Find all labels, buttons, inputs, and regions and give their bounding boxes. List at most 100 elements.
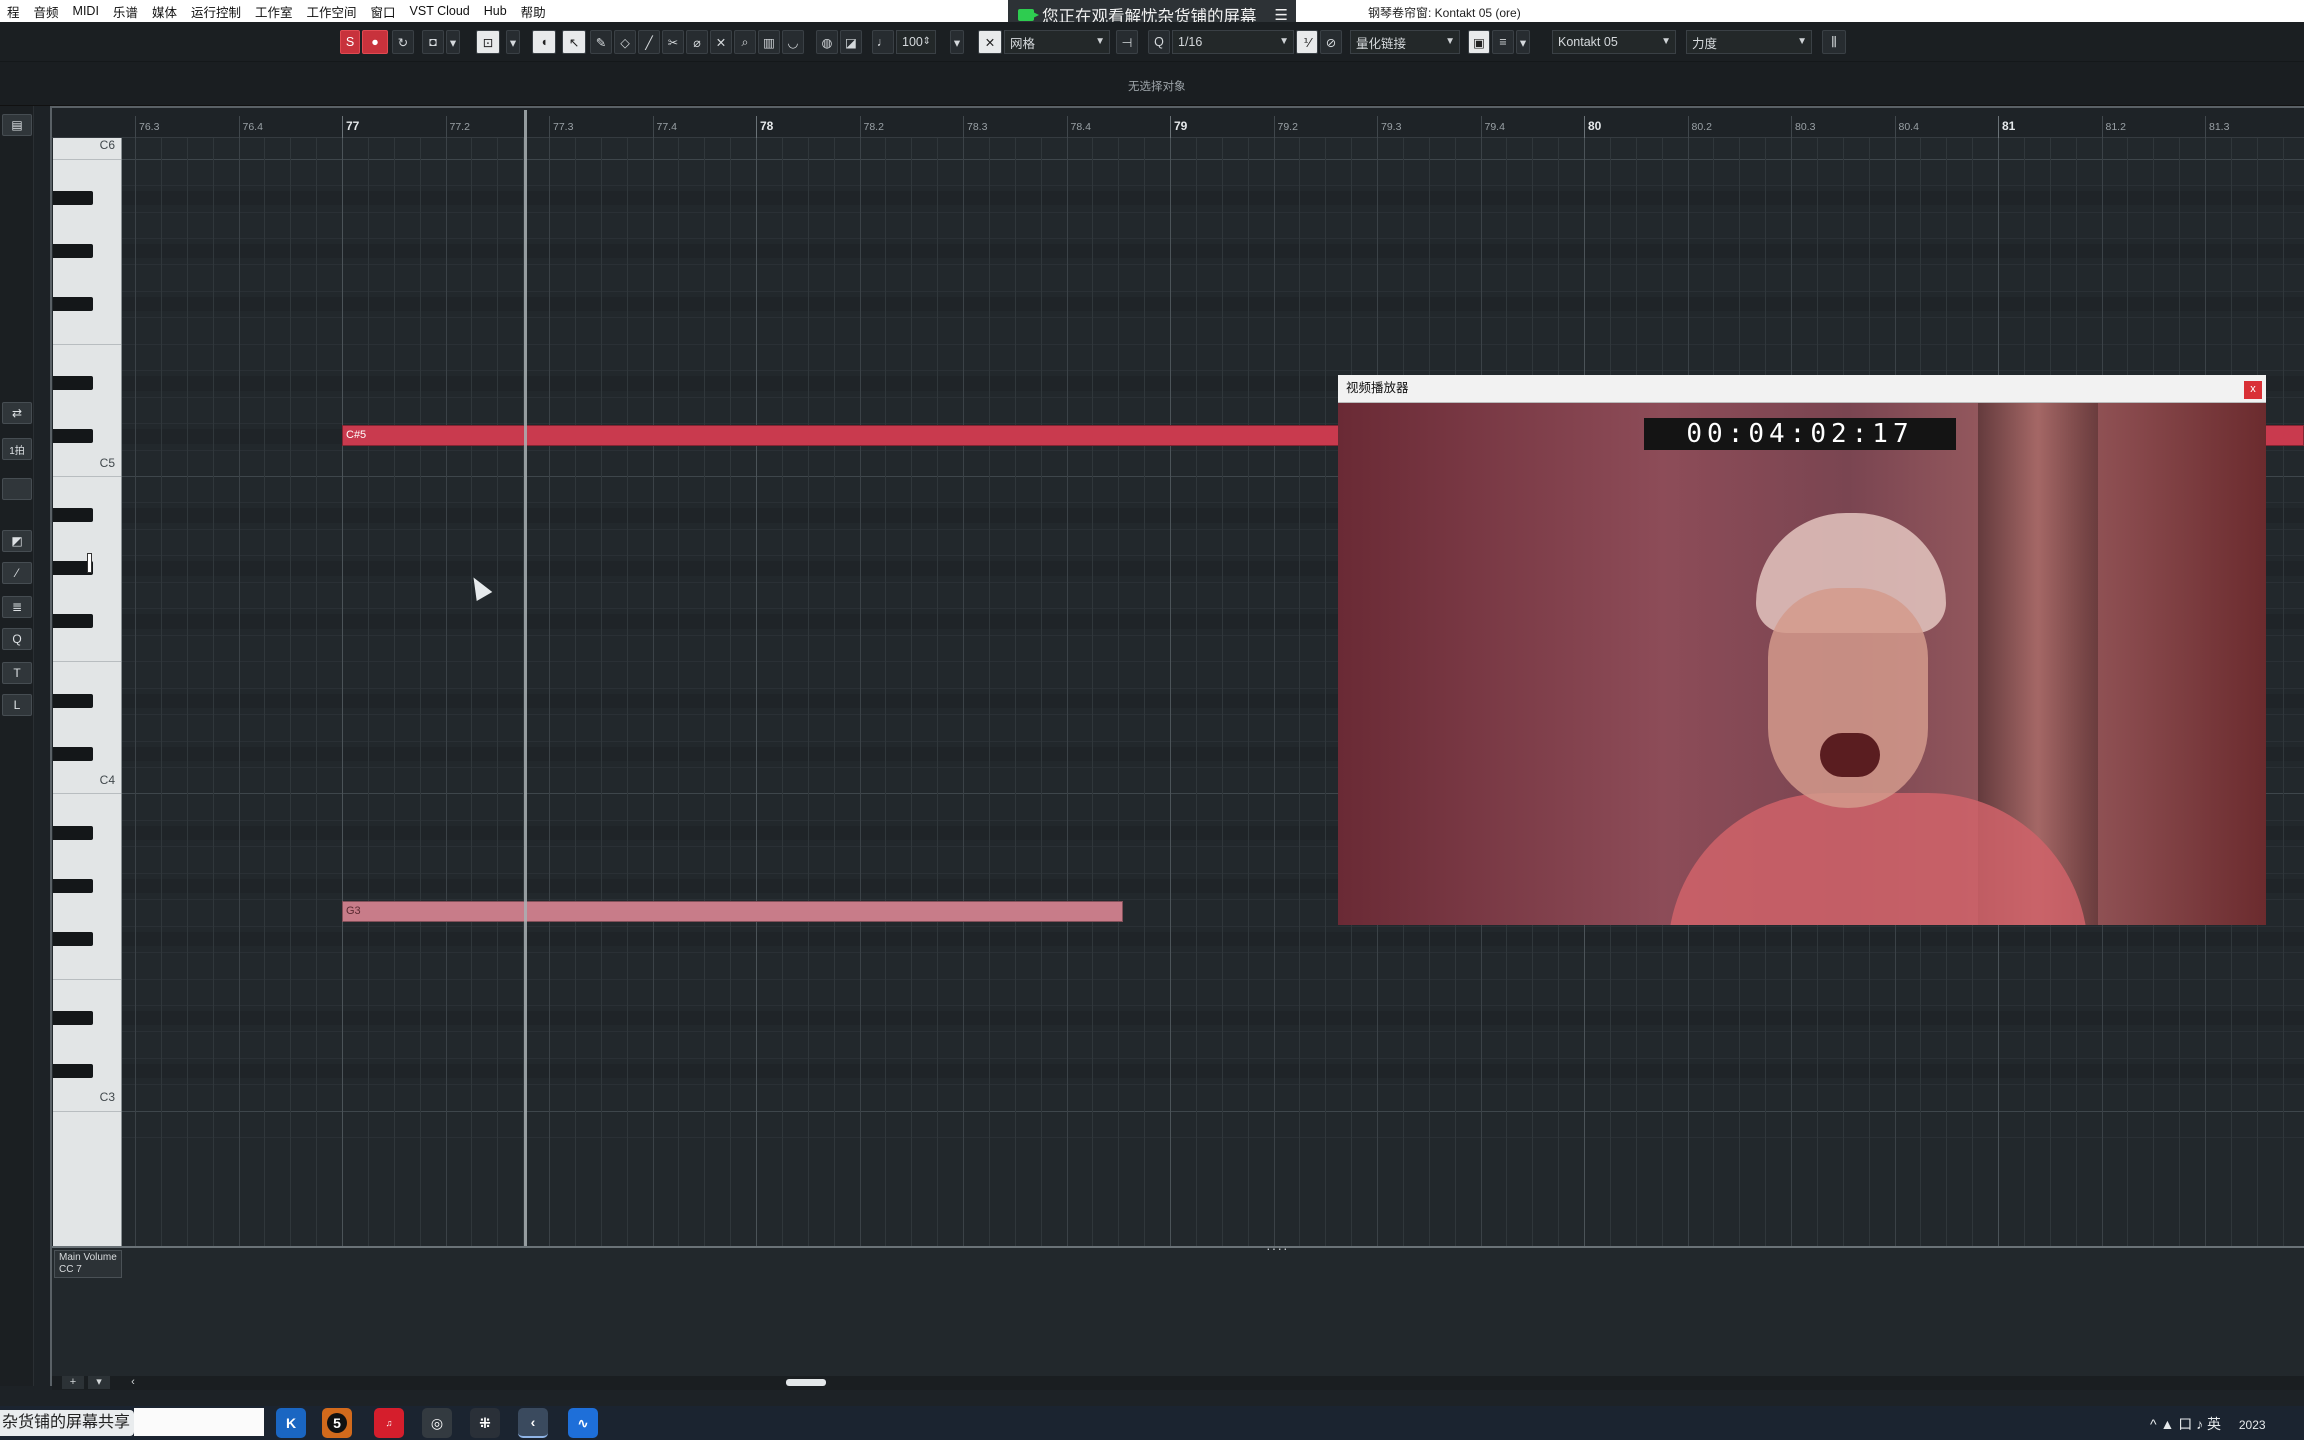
black-key[interactable] [53,1011,93,1025]
auto-scroll-icon[interactable]: ↻ [392,30,414,54]
black-key[interactable] [53,191,93,206]
quantize-tool[interactable]: Q [2,628,32,650]
black-key[interactable] [53,746,93,761]
close-icon[interactable]: x [2244,381,2262,399]
taskbar-app-grid[interactable]: ⁜ [470,1408,500,1438]
taskbar-app-music[interactable]: ♫ [374,1408,404,1438]
quantize-icon[interactable]: Q [1148,30,1170,54]
instrument-dropdown[interactable]: Kontakt 05 ▼ [1552,30,1676,54]
scroll-left-icon[interactable]: ‹ [122,1376,144,1389]
black-key[interactable] [53,693,93,708]
taskbar-search-input[interactable] [134,1408,264,1436]
menu-item-studio[interactable]: 工作室 [248,2,300,21]
horizontal-scrollbar[interactable] [786,1379,826,1386]
quantize-link-dropdown[interactable]: 量化链接 ▼ [1350,30,1460,54]
menu-item-hub[interactable]: Hub [477,4,514,18]
track-list-icon[interactable]: ≡ [1492,30,1514,54]
velocity-input[interactable]: 100 ⇕ [896,30,936,54]
length-dropdown[interactable]: 1拍 [2,438,32,460]
glue-tool-icon[interactable]: ⌀ [686,30,708,54]
black-key[interactable] [53,508,93,523]
black-key[interactable] [53,429,93,444]
black-key[interactable] [53,825,93,840]
midi-note[interactable]: G3 [342,901,1123,923]
add-lane-icon[interactable]: + [62,1376,84,1389]
layout-icon[interactable]: ▤ [2,114,32,136]
piano-icon[interactable]: ⫼ [1822,30,1846,54]
pointer-tool-icon[interactable]: ↖ [562,30,586,54]
blank-button[interactable] [2,478,32,500]
speaker-icon[interactable]: ◖ [532,30,556,54]
note-velocity-icon[interactable]: ♩ [872,30,894,54]
ruler-tick [549,116,550,138]
transpose-tool[interactable]: T [2,662,32,684]
menu-item-window[interactable]: 窗口 [364,2,403,21]
mask-icon[interactable]: ◩ [2,530,32,552]
controller-lane-label[interactable]: Main Volume CC 7 [54,1250,122,1278]
black-key[interactable] [53,931,93,946]
taskbar-app-browser[interactable]: ◎ [422,1408,452,1438]
zoom-tool-icon[interactable]: ⌕ [734,30,756,54]
controller-dropdown[interactable]: 力度 ▼ [1686,30,1812,54]
stepper-icon[interactable]: ⇕ [923,36,931,47]
scissors-tool-icon[interactable]: ✂ [662,30,684,54]
quantize-dropdown[interactable]: 1/16 ▼ [1172,30,1294,54]
menu-item-workspaces[interactable]: 工作空间 [299,2,363,21]
controller-lane[interactable] [52,1246,2304,1376]
menu-item-score[interactable]: 乐谱 [106,2,145,21]
chevron-down-icon[interactable]: ▾ [950,30,964,54]
list-icon[interactable]: ≣ [2,596,32,618]
color-icon[interactable]: ◍ [816,30,838,54]
iterative-quantize-icon[interactable]: ⅟ [1296,30,1318,54]
pencil-tool-icon[interactable]: ✎ [590,30,612,54]
screen-share-pill[interactable]: 杂货铺的屏幕共享 [0,1410,134,1436]
tray-clock[interactable]: 2023 [2239,1418,2266,1432]
menu-item-audio[interactable]: 音频 [27,2,66,21]
chevron-down-icon[interactable]: ▾ [506,30,520,54]
eraser-tool-icon[interactable]: ◇ [614,30,636,54]
step-input-icon[interactable]: ▣ [1468,30,1490,54]
mute-tool-icon[interactable]: ✕ [710,30,732,54]
menu-item-midi[interactable]: MIDI [66,4,106,18]
taskbar-app-wave[interactable]: ∿ [568,1408,598,1438]
menu-item-transport[interactable]: 运行控制 [184,2,248,21]
taskbar-app-k[interactable]: K [276,1408,306,1438]
taskbar-app-5[interactable]: 5 [322,1408,352,1438]
snap-icon[interactable]: ✕ [978,30,1002,54]
piano-keyboard[interactable]: C6 C5 C4 C3 [53,138,122,1246]
black-key[interactable] [53,1063,93,1078]
length-tool[interactable]: L [2,694,32,716]
snap-to-zero-icon[interactable]: ⊣ [1116,30,1138,54]
playhead-cursor[interactable] [524,110,527,1246]
draw-tool-icon[interactable]: ▥ [758,30,780,54]
snap-type-dropdown[interactable]: 网格 ▼ [1004,30,1110,54]
curve-tool-icon[interactable]: ◡ [782,30,804,54]
record-icon[interactable]: ● [362,30,388,54]
video-player-titlebar[interactable]: 视频播放器 [1338,375,2266,403]
chevron-down-icon[interactable]: ▾ [446,30,460,54]
line-tool-icon[interactable]: ╱ [638,30,660,54]
velocity-ramp-icon[interactable]: ⁄ [2,562,32,584]
menu-item-media[interactable]: 媒体 [145,2,184,21]
black-key[interactable] [53,878,93,893]
quantize-preset-icon[interactable]: ⊘ [1320,30,1342,54]
link-icon[interactable]: ⇄ [2,402,32,424]
black-key[interactable] [53,376,93,391]
chevron-down-icon[interactable]: ▾ [1516,30,1530,54]
transpose-icon[interactable]: ◪ [840,30,862,54]
snapshot-icon[interactable]: ◘ [422,30,444,54]
black-key[interactable] [53,243,93,258]
black-key-row [122,1011,2304,1026]
solo-icon[interactable]: S [340,30,360,54]
lane-menu-icon[interactable]: ▾ [88,1376,110,1389]
menu-item-project[interactable]: 程 [0,2,27,21]
black-key[interactable] [53,614,93,629]
menu-item-help[interactable]: 帮助 [514,2,553,21]
insert-icon[interactable]: ⊡ [476,30,500,54]
splitter-handle-icon[interactable]: ···· [1266,1240,1289,1256]
black-key[interactable] [53,296,93,311]
timeline-ruler[interactable]: 76.3 76.4 77 77.2 77.3 77.4 78 78.2 78.3 78.4 79 79… [52,108,2304,138]
tray-icons[interactable]: ^ ▲ 口 ♪ 英 [2150,1416,2221,1432]
menu-item-vst-cloud[interactable]: VST Cloud [403,4,477,18]
taskbar-app-cubase[interactable]: ‹ [518,1408,548,1438]
